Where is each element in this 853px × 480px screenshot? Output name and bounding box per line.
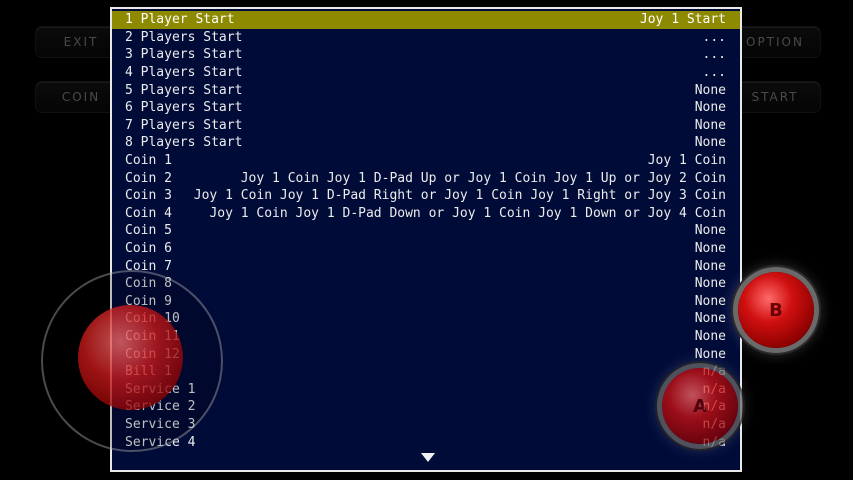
b-button[interactable]: B bbox=[738, 272, 814, 348]
menu-row-label: 6 Players Start bbox=[125, 100, 243, 116]
menu-row-value: None bbox=[694, 223, 726, 239]
menu-row[interactable]: 4 Players Start... bbox=[112, 64, 740, 82]
option-button[interactable]: OPTION bbox=[730, 27, 820, 57]
menu-row[interactable]: 7 Players Start None bbox=[112, 117, 740, 135]
menu-row-value: Joy 1 Coin Joy 1 D-Pad Right or Joy 1 Co… bbox=[193, 188, 726, 204]
menu-row-value: None bbox=[694, 135, 726, 151]
menu-row[interactable]: 3 Players Start... bbox=[112, 46, 740, 64]
menu-row-value: ... bbox=[702, 29, 726, 45]
menu-row-value: None bbox=[694, 293, 726, 309]
menu-row-value: None bbox=[694, 117, 726, 133]
menu-row[interactable]: Coin 3 Joy 1 Coin Joy 1 D-Pad Right or Jo… bbox=[112, 187, 740, 205]
start-button[interactable]: START bbox=[730, 82, 820, 112]
menu-row[interactable]: Coin 5 None bbox=[112, 222, 740, 240]
menu-row[interactable]: 5 Players Start None bbox=[112, 81, 740, 99]
menu-row-label: 1 Player Start bbox=[125, 12, 235, 28]
menu-row-value: None bbox=[694, 346, 726, 362]
menu-row-label: Coin 2 bbox=[125, 170, 172, 186]
menu-row-value: Joy 1 Coin bbox=[647, 153, 726, 169]
menu-row[interactable]: Coin 1 Joy 1 Coin bbox=[112, 152, 740, 170]
menu-row[interactable]: Service 4 n/a bbox=[112, 433, 740, 451]
menu-row-value: None bbox=[694, 276, 726, 292]
menu-row[interactable]: Service 3n/a bbox=[112, 416, 740, 434]
menu-row[interactable]: Coin 8 None bbox=[112, 275, 740, 293]
menu-row-value: None bbox=[694, 82, 726, 98]
menu-row[interactable]: Coin 6 None bbox=[112, 240, 740, 258]
menu-row-value: Joy 1 Coin Joy 1 D-Pad Down or Joy 1 Coi… bbox=[209, 205, 726, 221]
menu-row-value: Joy 1 Start bbox=[639, 12, 726, 28]
menu-row-label: 4 Players Start bbox=[125, 65, 243, 81]
menu-row-label: 3 Players Start bbox=[125, 47, 243, 63]
menu-row-value: Joy 1 Coin Joy 1 D-Pad Up or Joy 1 Coin … bbox=[240, 170, 726, 186]
menu-row-value: ... bbox=[702, 65, 726, 81]
menu-row[interactable]: 2 Players Start... bbox=[112, 29, 740, 47]
scroll-down-icon[interactable] bbox=[421, 453, 435, 462]
menu-row-label: 2 Players Start bbox=[125, 29, 243, 45]
a-button[interactable]: A bbox=[662, 368, 738, 444]
menu-row-value: None bbox=[694, 328, 726, 344]
menu-row-value: None bbox=[694, 241, 726, 257]
menu-row-value: ... bbox=[702, 47, 726, 63]
menu-row[interactable]: Coin 2 Joy 1 Coin Joy 1 D-Pad Up or Joy 1… bbox=[112, 169, 740, 187]
menu-row-label: Coin 3 bbox=[125, 188, 172, 204]
menu-row-label: Coin 1 bbox=[125, 153, 172, 169]
menu-row-value: None bbox=[694, 100, 726, 116]
menu-row-label: Coin 4 bbox=[125, 205, 172, 221]
menu-row[interactable]: 6 Players Start None bbox=[112, 99, 740, 117]
emulator-screen: EXIT COIN OPTION START 1 Player Start Joy… bbox=[0, 0, 853, 480]
menu-row-label: 5 Players Start bbox=[125, 82, 243, 98]
menu-row-value: None bbox=[694, 258, 726, 274]
menu-row[interactable]: Coin 4 Joy 1 Coin Joy 1 D-Pad Down or Joy… bbox=[112, 205, 740, 223]
menu-row-label: Coin 5 bbox=[125, 223, 172, 239]
menu-row[interactable]: 8 Players Start None bbox=[112, 134, 740, 152]
menu-row-label: Coin 6 bbox=[125, 241, 172, 257]
menu-row[interactable]: 1 Player Start Joy 1 Start bbox=[112, 11, 740, 29]
joystick-knob[interactable] bbox=[78, 305, 183, 410]
menu-row-label: 7 Players Start bbox=[125, 117, 243, 133]
menu-row-label: 8 Players Start bbox=[125, 135, 243, 151]
menu-row-value: None bbox=[694, 311, 726, 327]
menu-row[interactable]: Coin 7 None bbox=[112, 257, 740, 275]
